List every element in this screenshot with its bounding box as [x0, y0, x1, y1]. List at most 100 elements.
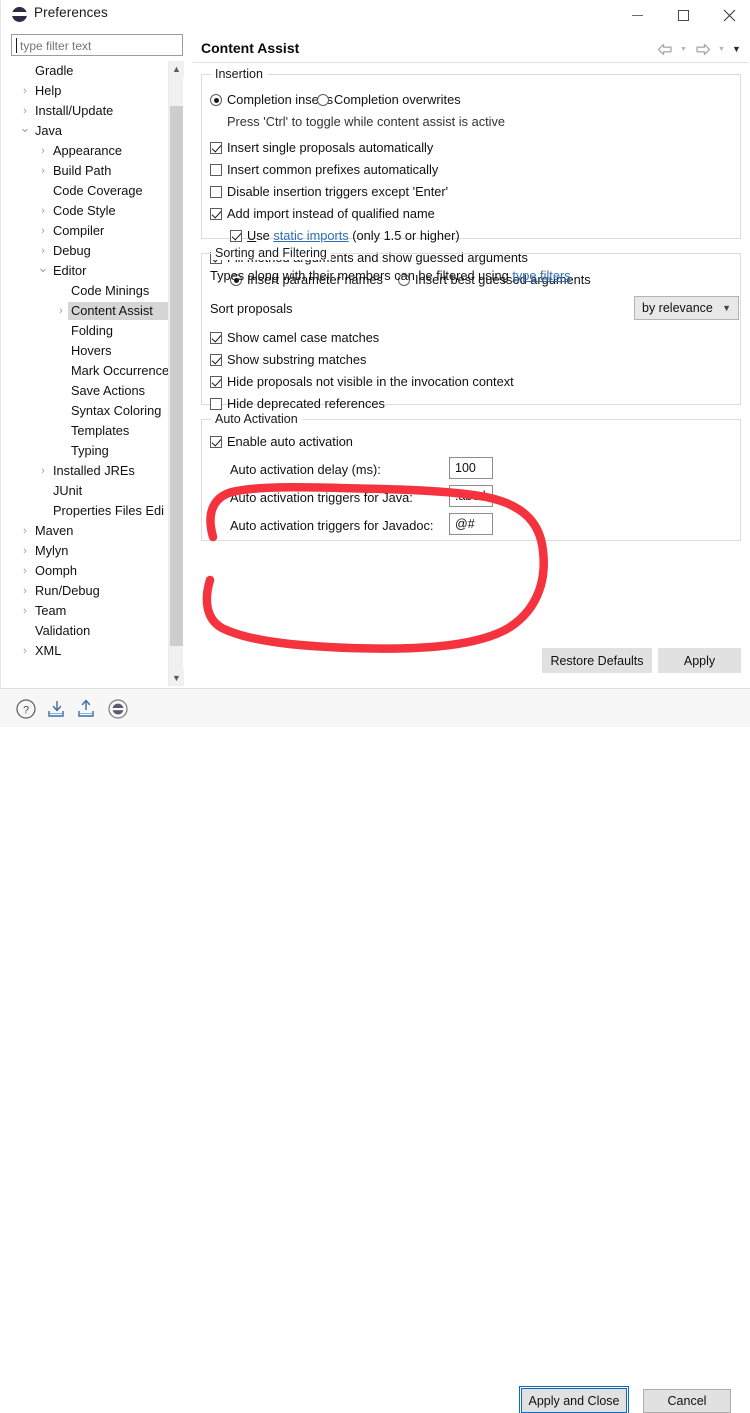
chevron-right-icon[interactable]: ›	[37, 201, 49, 221]
enable-auto-activation-checkbox[interactable]: Enable auto activation	[210, 434, 353, 449]
tree-item-code-minings[interactable]: Code Minings	[11, 281, 168, 301]
chevron-right-icon[interactable]: ›	[19, 641, 31, 661]
tree-item-help[interactable]: › Help	[11, 81, 168, 101]
tree-item-build-path[interactable]: › Build Path	[11, 161, 168, 181]
type-filters-description: Types along with their members can be fi…	[210, 268, 574, 283]
chevron-right-icon[interactable]: ›	[37, 221, 49, 241]
view-menu-icon[interactable]: ▼	[730, 39, 743, 59]
completion-inserts-radio[interactable]: Completion inserts	[210, 92, 333, 107]
tree-item-syntax-coloring[interactable]: Syntax Coloring	[11, 401, 168, 421]
cancel-button[interactable]: Cancel	[643, 1389, 731, 1413]
oomph-icon[interactable]	[106, 697, 130, 721]
auto-activation-delay-input[interactable]: 100	[449, 457, 493, 479]
tree-item-appearance[interactable]: › Appearance	[11, 141, 168, 161]
type-filters-link[interactable]: type filters	[512, 268, 570, 283]
tree-item-label: Team	[35, 603, 67, 618]
chevron-right-icon[interactable]: ›	[19, 561, 31, 581]
tree-item-editor[interactable]: ⌄ Editor	[11, 261, 168, 281]
tree-item-team[interactable]: › Team	[11, 601, 168, 621]
chevron-right-icon[interactable]: ›	[37, 461, 49, 481]
use-static-imports-checkbox[interactable]: Use static imports (only 1.5 or higher)	[230, 228, 460, 243]
export-icon[interactable]	[74, 697, 98, 721]
tree-item-hovers[interactable]: Hovers	[11, 341, 168, 361]
tree-item-folding[interactable]: Folding	[11, 321, 168, 341]
auto-activation-delay-label: Auto activation delay (ms):	[230, 462, 381, 477]
apply-button[interactable]: Apply	[658, 648, 741, 673]
auto-activation-javadoc-input[interactable]: @#	[449, 513, 493, 535]
auto-activation-java-input[interactable]: .abcd	[449, 485, 493, 507]
tree-vertical-scrollbar[interactable]: ▲ ▼	[168, 61, 184, 686]
tree-item-typing[interactable]: Typing	[11, 441, 168, 461]
tree-item-junit[interactable]: JUnit	[11, 481, 168, 501]
tree-item-java[interactable]: ⌄ Java	[11, 121, 168, 141]
tree-item-validation[interactable]: Validation	[11, 621, 168, 641]
search-input[interactable]	[18, 37, 178, 54]
sort-proposals-combo[interactable]: by relevance ▼	[634, 296, 739, 320]
completion-overwrites-radio[interactable]: Completion overwrites	[317, 92, 461, 107]
checkbox-label: Hide proposals not visible in the invoca…	[227, 374, 514, 389]
maximize-button[interactable]	[660, 0, 706, 30]
close-button[interactable]	[706, 0, 750, 30]
chevron-down-icon[interactable]: ⌄	[37, 261, 49, 275]
chevron-right-icon[interactable]: ›	[19, 581, 31, 601]
tree-item-oomph[interactable]: › Oomph	[11, 561, 168, 581]
help-icon[interactable]: ?	[14, 697, 38, 721]
tree-item-debug[interactable]: › Debug	[11, 241, 168, 261]
chevron-down-icon[interactable]: ⌄	[19, 121, 31, 135]
tree-item-compiler[interactable]: › Compiler	[11, 221, 168, 241]
back-arrow-icon[interactable]	[654, 39, 675, 59]
insert-single-proposals-checkbox[interactable]: Insert single proposals automatically	[210, 140, 433, 155]
tree-item-code-style[interactable]: › Code Style	[11, 201, 168, 221]
minimize-button[interactable]	[614, 0, 660, 30]
tree-item-mark-occurrence[interactable]: Mark Occurrence	[11, 361, 168, 381]
hide-proposals-checkbox[interactable]: Hide proposals not visible in the invoca…	[210, 374, 514, 389]
chevron-right-icon[interactable]: ›	[19, 101, 31, 121]
tree-item-installed-jres[interactable]: › Installed JREs	[11, 461, 168, 481]
hide-deprecated-checkbox[interactable]: Hide deprecated references	[210, 396, 385, 411]
tree-item-label: Folding	[71, 323, 113, 338]
chevron-right-icon[interactable]: ›	[19, 81, 31, 101]
chevron-right-icon[interactable]: ›	[19, 541, 31, 561]
chevron-right-icon[interactable]: ›	[19, 601, 31, 621]
back-history-chevron-down-icon[interactable]: ▼	[677, 39, 690, 59]
tree-item-install-update[interactable]: › Install/Update	[11, 101, 168, 121]
chevron-right-icon[interactable]: ›	[37, 141, 49, 161]
apply-and-close-button[interactable]: Apply and Close	[519, 1386, 629, 1413]
tree-item-label: Templates	[71, 423, 130, 438]
import-icon[interactable]	[44, 697, 68, 721]
checkbox-indicator	[230, 230, 242, 242]
chevron-right-icon[interactable]: ›	[55, 301, 67, 321]
chevron-right-icon[interactable]: ›	[19, 521, 31, 541]
vertical-scroll-thumb[interactable]	[170, 106, 183, 646]
tree-item-content-assist[interactable]: › Content Assist	[11, 301, 168, 321]
show-camel-case-checkbox[interactable]: Show camel case matches	[210, 330, 379, 345]
tree-item-xml[interactable]: › XML	[11, 641, 168, 661]
chevron-right-icon[interactable]: ›	[37, 161, 49, 181]
static-imports-link[interactable]: static imports	[273, 228, 348, 243]
navigation-toolbar: ▼ ▼ ▼	[654, 39, 743, 59]
tree-item-templates[interactable]: Templates	[11, 421, 168, 441]
tree-item-run-debug[interactable]: › Run/Debug	[11, 581, 168, 601]
scroll-up-icon[interactable]: ▲	[169, 61, 184, 77]
chevron-right-icon[interactable]: ›	[37, 241, 49, 261]
tree-item-code-coverage[interactable]: Code Coverage	[11, 181, 168, 201]
checkbox-indicator	[210, 332, 222, 344]
tree-item-gradle[interactable]: Gradle	[11, 61, 168, 81]
tree-item-label: Validation	[35, 623, 91, 638]
show-substring-matches-checkbox[interactable]: Show substring matches	[210, 352, 366, 367]
add-import-checkbox[interactable]: Add import instead of qualified name	[210, 206, 435, 221]
tree-item-label: Save Actions	[71, 383, 145, 398]
filter-search-box[interactable]	[11, 34, 183, 56]
preferences-tree[interactable]: Gradle › Help › Install/Update ⌄ Java › Appearan…	[11, 61, 168, 686]
checkbox-indicator	[210, 398, 222, 410]
tree-item-save-actions[interactable]: Save Actions	[11, 381, 168, 401]
forward-arrow-icon[interactable]	[692, 39, 713, 59]
disable-insertion-triggers-checkbox[interactable]: Disable insertion triggers except 'Enter…	[210, 184, 448, 199]
tree-item-mylyn[interactable]: › Mylyn	[11, 541, 168, 561]
restore-defaults-button[interactable]: Restore Defaults	[542, 648, 652, 673]
scroll-down-icon[interactable]: ▼	[169, 670, 184, 686]
forward-history-chevron-down-icon[interactable]: ▼	[715, 39, 728, 59]
tree-item-maven[interactable]: › Maven	[11, 521, 168, 541]
tree-item-properties-files-edi[interactable]: Properties Files Edi	[11, 501, 168, 521]
insert-common-prefixes-checkbox[interactable]: Insert common prefixes automatically	[210, 162, 438, 177]
